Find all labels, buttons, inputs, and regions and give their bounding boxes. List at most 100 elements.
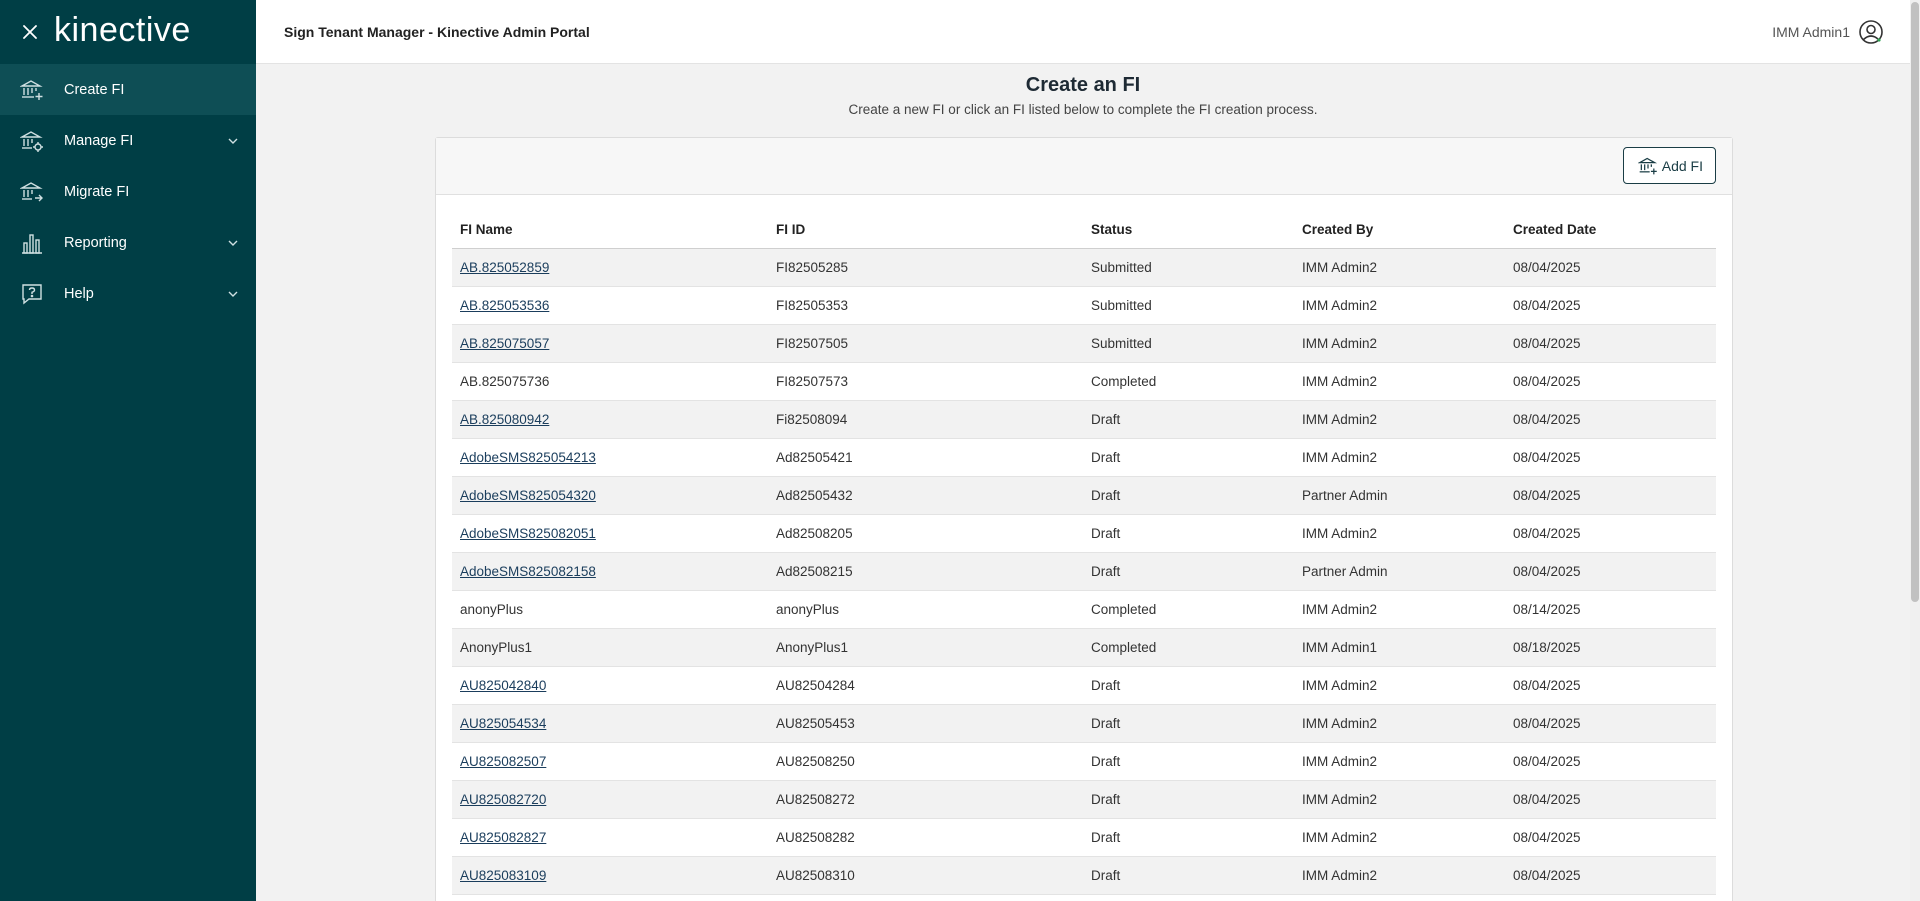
page-title: Create an FI: [1025, 74, 1141, 96]
user-name: IMM Admin1: [1772, 24, 1850, 40]
fi-name-cell: AU825082827: [452, 818, 768, 857]
created-date-cell: 08/04/2025: [1505, 248, 1716, 287]
fi-name-link[interactable]: AU825082827: [460, 830, 546, 845]
table-row[interactable]: AdobeSMS825082051 Ad82508205 Draft IMM Admi…: [452, 514, 1716, 553]
sidebar-item-migrate-fi[interactable]: Migrate FI: [0, 166, 256, 217]
column-header-fi-name[interactable]: FI Name: [452, 210, 768, 249]
fi-name-link[interactable]: AB.825052859: [460, 260, 549, 275]
fi-id-cell: AU82508282: [768, 818, 1083, 857]
status-cell: Draft: [1083, 704, 1294, 743]
status-cell: Draft: [1083, 438, 1294, 477]
table-row[interactable]: AB.825075057 FI82507505 Submitted IMM Admin…: [452, 324, 1716, 363]
fi-name-link[interactable]: AU825054534: [460, 716, 546, 731]
fi-list-card: Add FI FI Name FI ID Status Created By C…: [435, 137, 1733, 901]
table-row[interactable]: AdobeSMS825054213 Ad82505421 Draft IMM Admi…: [452, 438, 1716, 477]
table-row[interactable]: AU825082827 AU82508282 Draft IMM Admin2 08/0…: [452, 818, 1716, 857]
table-row[interactable]: AU825042840 AU82504284 Draft IMM Admin2 08/0…: [452, 666, 1716, 705]
bank-add-icon: [20, 78, 44, 102]
table-row[interactable]: AU825082507 AU82508250 Draft IMM Admin2 08/0…: [452, 742, 1716, 781]
fi-id-cell: Ad82505432: [768, 476, 1083, 515]
table-row[interactable]: AdobeSMS825054320 Ad82505432 Draft Partner …: [452, 476, 1716, 515]
bank-gear-icon: [20, 129, 44, 153]
top-bar: Sign Tenant Manager - Kinective Admin Po…: [256, 0, 1920, 64]
chevron-down-icon: [226, 287, 240, 301]
user-avatar-icon[interactable]: [1858, 19, 1884, 45]
column-header-fi-id[interactable]: FI ID: [768, 210, 1083, 249]
created-date-cell: 08/04/2025: [1505, 400, 1716, 439]
sidebar-item-create-fi[interactable]: Create FI: [0, 64, 256, 115]
table-row[interactable]: AB.825053536 FI82505353 Submitted IMM Admin…: [452, 286, 1716, 325]
fi-name-link[interactable]: AU825082507: [460, 754, 546, 769]
fi-name-link[interactable]: AdobeSMS825054213: [460, 450, 596, 465]
add-fi-button[interactable]: Add FI: [1622, 147, 1716, 184]
status-cell: Submitted: [1083, 248, 1294, 287]
fi-id-cell: Fi82508094: [768, 400, 1083, 439]
status-cell: Draft: [1083, 400, 1294, 439]
close-icon[interactable]: [20, 22, 40, 42]
created-by-cell: Partner Admin: [1294, 552, 1505, 591]
status-cell: Draft: [1083, 856, 1294, 895]
fi-id-cell: AU82508250: [768, 742, 1083, 781]
chevron-down-icon: [226, 236, 240, 250]
created-by-cell: Partner Admin: [1294, 476, 1505, 515]
bar-chart-icon: [20, 231, 44, 255]
fi-name-link[interactable]: AU825082720: [460, 792, 546, 807]
status-cell: Submitted: [1083, 286, 1294, 325]
created-by-cell: IMM Admin1: [1294, 628, 1505, 667]
created-by-cell: IMM Admin2: [1294, 362, 1505, 401]
status-cell: Completed: [1083, 628, 1294, 667]
fi-id-cell: FI82507573: [768, 362, 1083, 401]
fi-id-cell: AU82508272: [768, 780, 1083, 819]
page-scrollbar[interactable]: [1910, 0, 1920, 901]
table-row[interactable]: AU825054534 AU82505453 Draft IMM Admin2 08/0…: [452, 704, 1716, 743]
user-menu[interactable]: IMM Admin1: [1772, 0, 1884, 64]
table-row[interactable]: AU825083109 AU82508310 Draft IMM Admin2 08/0…: [452, 856, 1716, 895]
fi-id-cell: AU82508310: [768, 856, 1083, 895]
fi-name-cell: AB.825080942: [452, 400, 768, 439]
sidebar-item-label: Reporting: [64, 234, 127, 251]
fi-id-cell: Ad82505421: [768, 438, 1083, 477]
fi-name-cell: AU825054534: [452, 704, 768, 743]
fi-name-link[interactable]: AdobeSMS825082051: [460, 526, 596, 541]
bank-migrate-icon: [20, 180, 44, 204]
fi-name-cell: AB.825075736: [452, 362, 768, 401]
fi-name-link[interactable]: AB.825053536: [460, 298, 549, 313]
fi-name-link[interactable]: AdobeSMS825054320: [460, 488, 596, 503]
created-date-cell: 08/04/2025: [1505, 666, 1716, 705]
status-cell: Draft: [1083, 552, 1294, 591]
created-by-cell: IMM Admin2: [1294, 742, 1505, 781]
fi-name-link[interactable]: AB.825080942: [460, 412, 549, 427]
sidebar-item-reporting[interactable]: Reporting: [0, 217, 256, 268]
table-row[interactable]: AU825082720 AU82508272 Draft IMM Admin2 08/0…: [452, 780, 1716, 819]
chevron-down-icon: [226, 134, 240, 148]
table-row[interactable]: AB.825052859 FI82505285 Submitted IMM Admin…: [452, 248, 1716, 287]
column-header-created-date[interactable]: Created Date: [1505, 210, 1716, 249]
created-date-cell: 08/04/2025: [1505, 514, 1716, 553]
sidebar-item-manage-fi[interactable]: Manage FI: [0, 115, 256, 166]
fi-name-link[interactable]: AB.825075057: [460, 336, 549, 351]
fi-name-cell: AU825082507: [452, 742, 768, 781]
created-date-cell: 08/04/2025: [1505, 552, 1716, 591]
column-header-status[interactable]: Status: [1083, 210, 1294, 249]
sidebar-item-label: Manage FI: [64, 132, 134, 149]
fi-name-cell: AdobeSMS825082051: [452, 514, 768, 553]
created-date-cell: 08/18/2025: [1505, 628, 1716, 667]
fi-name-link[interactable]: AU825042840: [460, 678, 546, 693]
column-header-created-by[interactable]: Created By: [1294, 210, 1505, 249]
fi-id-cell: AnonyPlus1: [768, 628, 1083, 667]
fi-name-cell: AdobeSMS825054320: [452, 476, 768, 515]
fi-name-link[interactable]: AU825083109: [460, 868, 546, 883]
table-row[interactable]: AdobeSMS825082158 Ad82508215 Draft Partner …: [452, 552, 1716, 591]
sidebar-item-help[interactable]: Help: [0, 268, 256, 319]
scrollbar-thumb[interactable]: [1911, 2, 1919, 602]
kinective-logo: kinective: [54, 10, 191, 49]
card-header: Add FI: [436, 138, 1732, 195]
table-row: AnonyPlus1 AnonyPlus1 Completed IMM Admin1 0…: [452, 628, 1716, 667]
fi-id-cell: AU82505453: [768, 704, 1083, 743]
created-by-cell: IMM Admin2: [1294, 324, 1505, 363]
bank-add-icon: [1637, 156, 1658, 176]
fi-name-link[interactable]: AdobeSMS825082158: [460, 564, 596, 579]
sidebar-item-label: Help: [64, 285, 94, 302]
fi-name-cell: AdobeSMS825054213: [452, 438, 768, 477]
table-row[interactable]: AB.825080942 Fi82508094 Draft IMM Admin2 08/…: [452, 400, 1716, 439]
